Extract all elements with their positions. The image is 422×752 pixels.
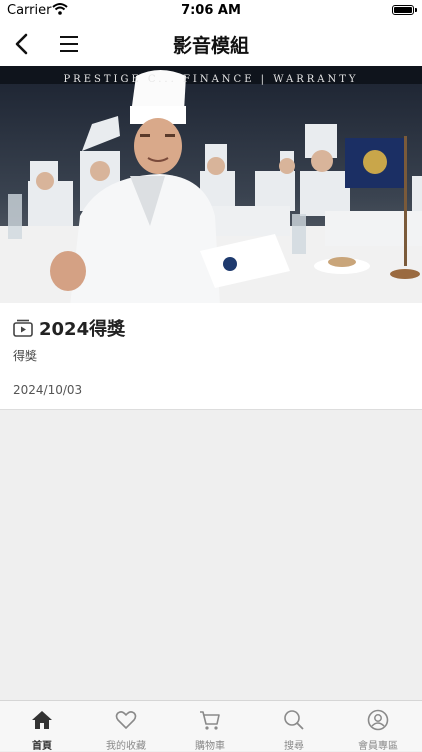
battery-icon: [392, 5, 414, 15]
video-thumbnail[interactable]: PRESTIGE C... FINANCE | WARRANTY: [0, 66, 422, 303]
clock-time: 7:06 AM: [181, 3, 241, 18]
heart-icon: [115, 711, 137, 729]
tab-search[interactable]: 搜尋: [252, 701, 336, 752]
video-card[interactable]: 2024得獎 得獎 2024/10/03: [0, 303, 422, 410]
chef-photo: [0, 66, 422, 303]
home-icon: [32, 711, 52, 729]
video-play-icon: [13, 319, 33, 337]
bottom-tab-bar: 首頁 我的收藏 購物車 搜尋 會員專區: [0, 700, 422, 752]
tab-home[interactable]: 首頁: [0, 701, 84, 752]
user-icon: [367, 709, 389, 731]
card-date: 2024/10/03: [13, 383, 83, 397]
tab-member[interactable]: 會員專區: [336, 701, 420, 752]
status-bar: Carrier 7:06 AM: [0, 0, 422, 22]
page-title: 影音模組: [172, 35, 249, 57]
cart-icon: [200, 711, 220, 730]
search-icon: [284, 710, 304, 730]
card-title: 2024得獎: [39, 319, 126, 340]
navigation-bar: 影音模組: [0, 22, 422, 66]
banner-text: PRESTIGE C... FINANCE | WARRANTY: [63, 74, 359, 85]
tab-favorites[interactable]: 我的收藏: [84, 701, 168, 752]
card-subtitle: 得獎: [13, 349, 38, 363]
tab-cart[interactable]: 購物車: [168, 701, 252, 752]
battery-tip: [415, 8, 417, 12]
